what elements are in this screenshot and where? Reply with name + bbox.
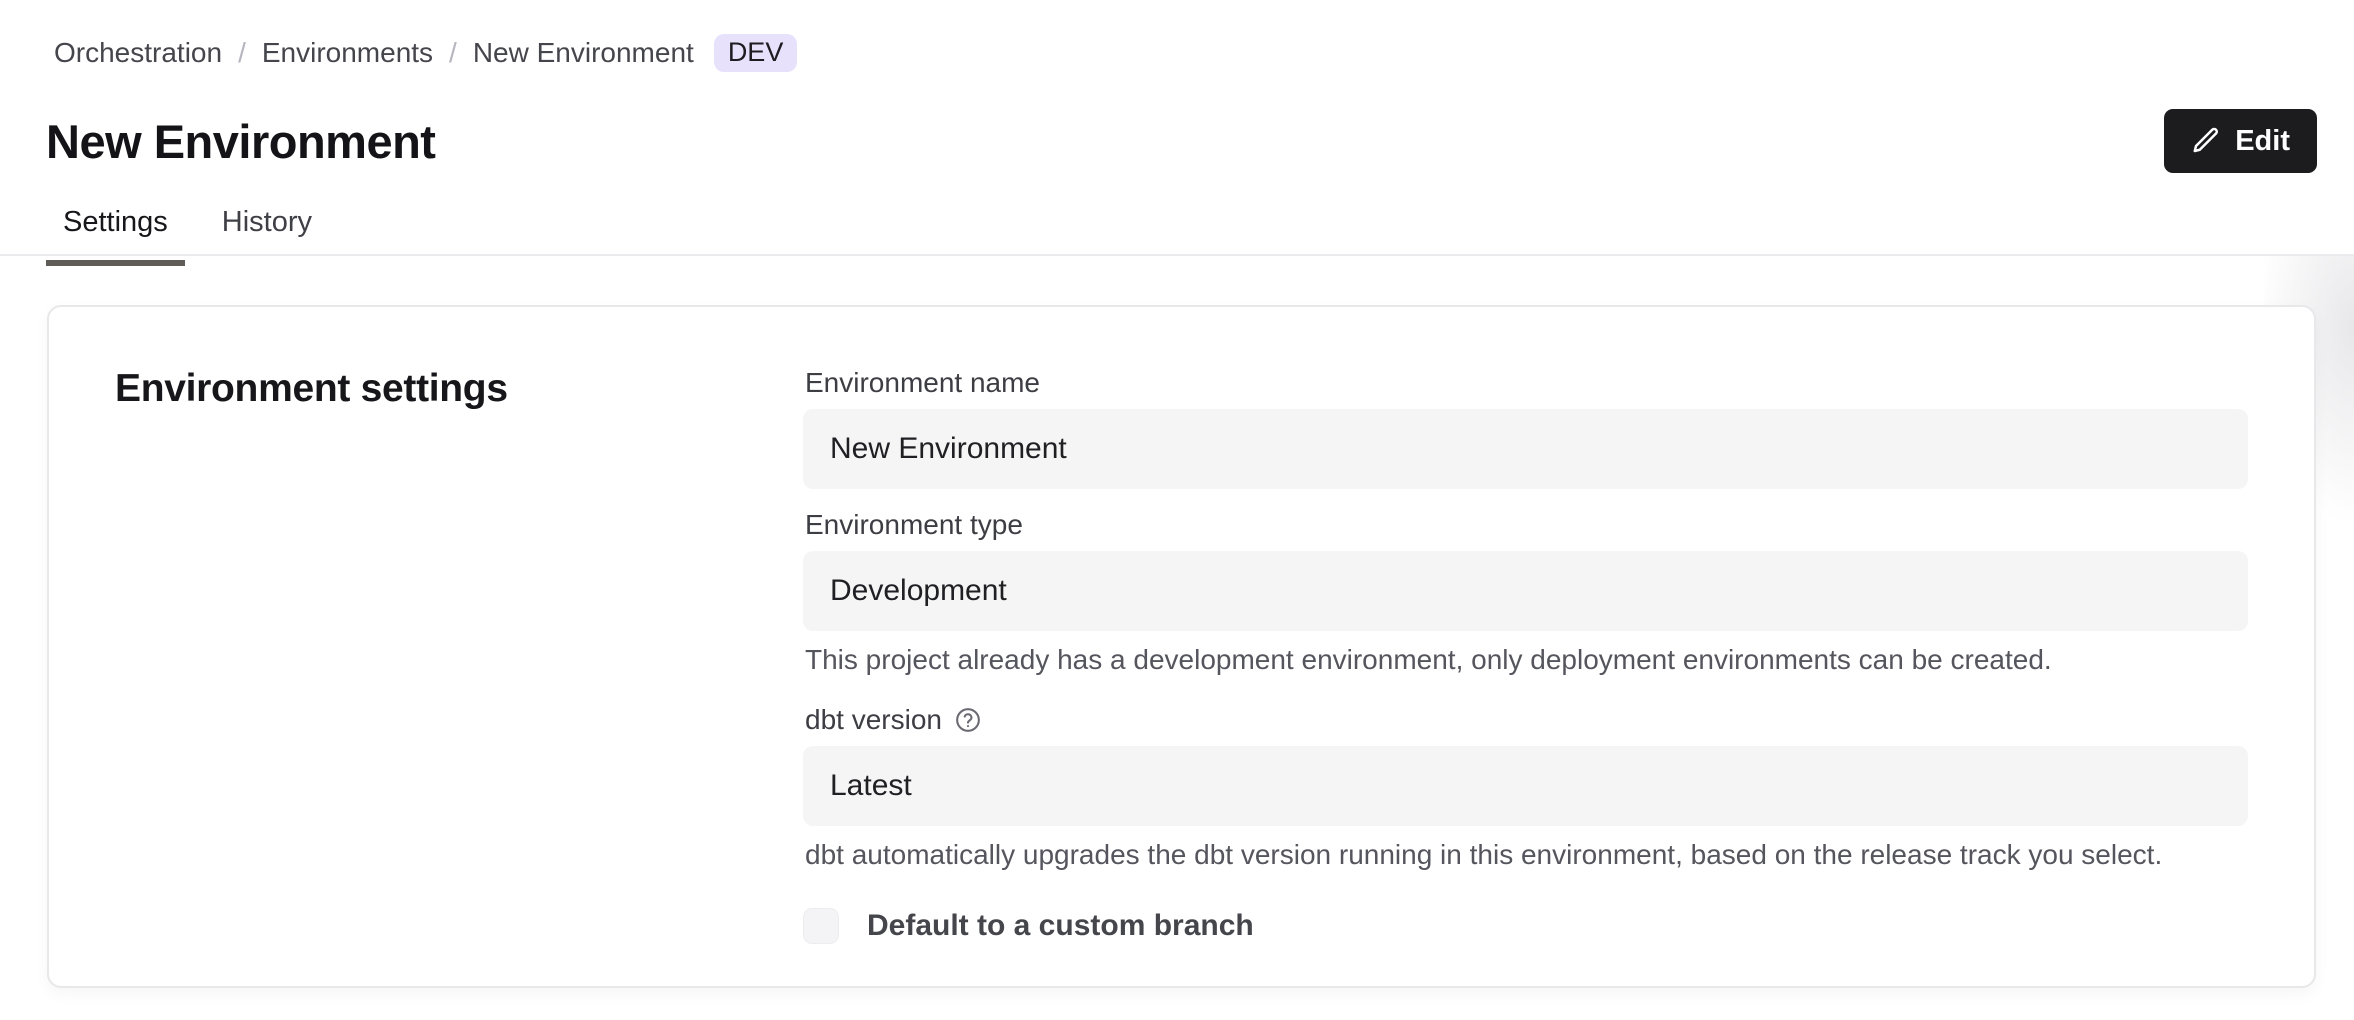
page-title: New Environment (46, 114, 435, 169)
edit-button[interactable]: Edit (2164, 109, 2317, 173)
environment-settings-card: Environment settings Environment name En… (47, 305, 2316, 988)
environment-name-input[interactable] (803, 409, 2248, 489)
tab-settings[interactable]: Settings (46, 200, 185, 263)
breadcrumb-separator: / (238, 37, 246, 69)
custom-branch-label[interactable]: Default to a custom branch (867, 909, 1254, 943)
page-header: New Environment Edit (46, 104, 2317, 178)
environment-dev-badge: DEV (714, 34, 798, 72)
breadcrumb-separator: / (449, 37, 457, 69)
tab-bar: Settings History (46, 200, 329, 263)
card-heading-column: Environment settings (115, 367, 803, 986)
custom-branch-row: Default to a custom branch (803, 908, 2248, 944)
environment-settings-page: Orchestration / Environments / New Envir… (0, 0, 2354, 1020)
card-heading: Environment settings (115, 367, 803, 411)
pencil-icon (2191, 126, 2221, 156)
edit-button-label: Edit (2235, 125, 2290, 158)
environment-type-input[interactable] (803, 551, 2248, 631)
field-environment-name: Environment name (803, 367, 2248, 489)
dbt-version-helper-text: dbt automatically upgrades the dbt versi… (805, 837, 2248, 873)
environment-type-helper-text: This project already has a development e… (805, 642, 2248, 678)
tab-bar-divider (0, 254, 2354, 256)
breadcrumb-item-environments[interactable]: Environments (262, 37, 433, 69)
environment-name-label: Environment name (805, 367, 2248, 399)
environment-type-label: Environment type (805, 509, 2248, 541)
custom-branch-checkbox[interactable] (803, 908, 839, 944)
dbt-version-label: dbt version (805, 704, 942, 736)
field-environment-type: Environment type This project already ha… (803, 509, 2248, 678)
breadcrumb-item-orchestration[interactable]: Orchestration (54, 37, 222, 69)
card-form-column: Environment name Environment type This p… (803, 367, 2248, 986)
field-dbt-version: dbt version dbt automatically upgrades t… (803, 704, 2248, 873)
tab-history[interactable]: History (205, 200, 329, 263)
breadcrumb-item-new-environment[interactable]: New Environment (473, 37, 694, 69)
dbt-version-input[interactable] (803, 746, 2248, 826)
breadcrumb: Orchestration / Environments / New Envir… (54, 30, 797, 76)
help-circle-icon[interactable] (954, 706, 982, 734)
